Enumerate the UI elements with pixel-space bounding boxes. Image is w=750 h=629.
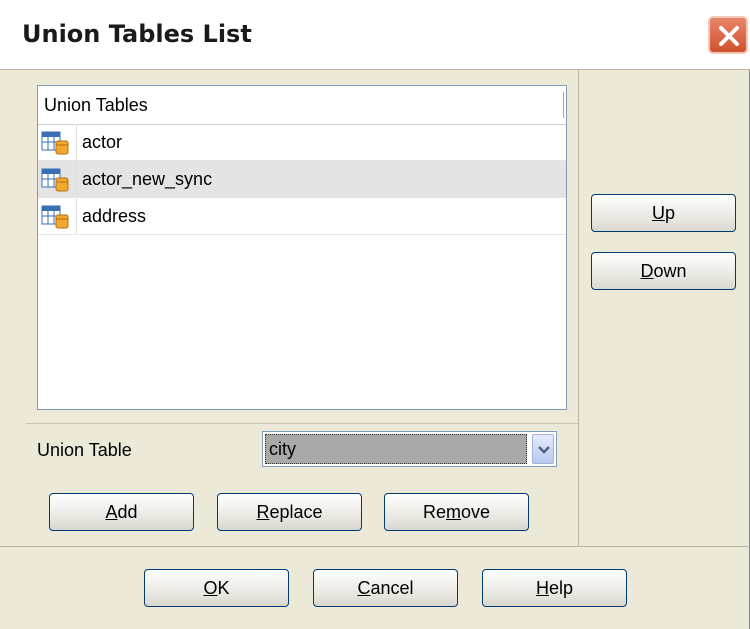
table-icon [41, 205, 69, 229]
list-item[interactable]: actor [38, 124, 566, 161]
replace-button[interactable]: Replace [217, 493, 362, 531]
list-header-label: Union Tables [44, 95, 148, 115]
table-icon [41, 168, 69, 192]
help-accel: H [535, 578, 549, 598]
row-divider [76, 198, 77, 234]
list-item[interactable]: address [38, 198, 566, 235]
list-item-label: actor_new_sync [82, 169, 213, 189]
close-icon [719, 26, 739, 46]
down-accel: D [640, 261, 654, 281]
column-resize-handle[interactable] [563, 92, 564, 118]
ok-label-rest: K [217, 578, 230, 598]
table-icon [41, 131, 69, 155]
replace-label-rest: eplace [269, 502, 323, 522]
list-item-label: actor [82, 132, 123, 152]
remove-button[interactable]: Remove [384, 493, 529, 531]
replace-accel: R [256, 502, 270, 522]
list-column-header[interactable]: Union Tables [38, 86, 566, 125]
vertical-separator [578, 70, 579, 546]
up-button[interactable]: Up [591, 194, 736, 232]
cancel-accel: C [357, 578, 371, 598]
help-button[interactable]: Help [482, 569, 627, 607]
row-divider [76, 161, 77, 197]
dropdown-button[interactable] [532, 434, 554, 464]
union-table-value[interactable]: city [265, 434, 527, 464]
row-divider [76, 124, 77, 160]
remove-accel: m [445, 502, 461, 522]
union-tables-dialog: Union Tables List Union Tables actor act… [0, 0, 750, 629]
title-separator [0, 69, 750, 70]
list-item-label: address [82, 206, 147, 226]
union-tables-list[interactable]: Union Tables actor actor_new_sync addres… [37, 85, 567, 410]
close-button[interactable] [708, 16, 748, 54]
remove-label-rest: ove [460, 502, 491, 522]
help-label-rest: elp [548, 578, 574, 598]
add-accel: A [105, 502, 118, 522]
add-label-rest: dd [117, 502, 138, 522]
up-label-rest: p [664, 203, 675, 223]
cancel-label-rest: ancel [370, 578, 414, 598]
add-button[interactable]: Add [49, 493, 194, 531]
footer-separator [0, 546, 750, 547]
cancel-button[interactable]: Cancel [313, 569, 458, 607]
union-table-label: Union Table [37, 440, 132, 460]
title-bar: Union Tables List [0, 0, 750, 70]
list-item[interactable]: actor_new_sync [38, 161, 566, 198]
ok-accel: O [203, 578, 218, 598]
union-table-combobox[interactable]: city [262, 431, 557, 467]
ok-button[interactable]: OK [144, 569, 289, 607]
chevron-down-icon [538, 446, 550, 454]
dialog-title: Union Tables List [22, 20, 252, 48]
list-separator [26, 423, 578, 424]
up-accel: U [651, 203, 665, 223]
remove-label-pre: Re [422, 502, 446, 522]
down-button[interactable]: Down [591, 252, 736, 290]
down-label-rest: own [653, 261, 687, 281]
